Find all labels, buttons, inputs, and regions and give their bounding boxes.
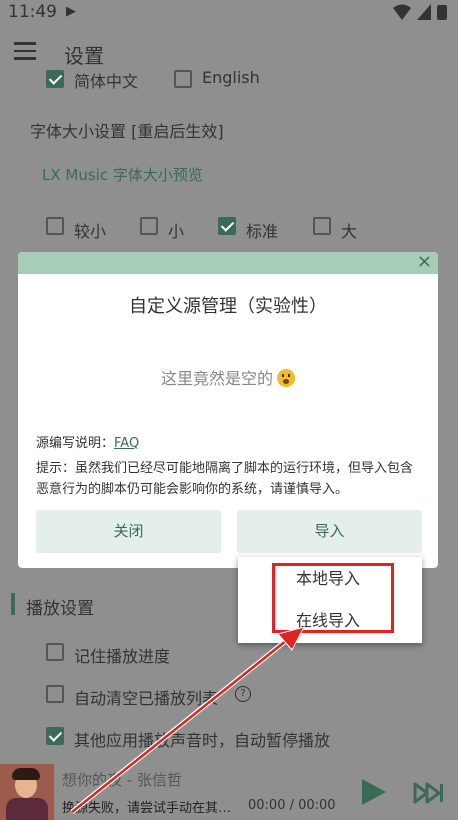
font-size-small-checkbox[interactable] (140, 217, 158, 235)
font-size-standard-checkbox[interactable] (218, 217, 236, 235)
custom-source-dialog: × 自定义源管理（实验性） 这里竟然是空的 源编写说明：FAQ 提示：虽然我们已… (18, 252, 438, 568)
playback-section-title: 播放设置 (26, 599, 94, 619)
close-button[interactable]: 关闭 (36, 510, 221, 553)
empty-state: 这里竟然是空的 (18, 365, 438, 389)
doc-label: 源编写说明： (36, 436, 115, 451)
language-en-checkbox[interactable] (174, 70, 192, 88)
auto-clear-label: 自动清空已播放列表 (74, 689, 219, 708)
font-size-large-checkbox[interactable] (313, 217, 331, 235)
surprised-emoji-icon (277, 369, 295, 387)
dialog-title: 自定义源管理（实验性） (129, 296, 327, 317)
wifi-icon (393, 4, 411, 20)
remember-progress-checkbox[interactable] (46, 643, 64, 661)
language-zh-checkbox[interactable] (46, 70, 64, 88)
song-status: 换源失败，请尝试手动在其… (62, 801, 232, 816)
font-size-smaller-checkbox[interactable] (46, 217, 64, 235)
font-size-title: 字体大小设置 [重启后生效] (30, 122, 224, 141)
close-icon[interactable]: × (417, 253, 432, 271)
signal-icon (417, 4, 431, 20)
page-title: 设置 (64, 44, 104, 68)
font-size-preview: LX Music 字体大小预览 (42, 166, 203, 184)
language-zh-label: 简体中文 (74, 72, 139, 91)
import-button[interactable]: 导入 (237, 510, 422, 553)
status-time: 11:49 (8, 2, 57, 22)
highlight-box (272, 563, 394, 633)
player-bar: 想你的夜 - 张信哲 换源失败，请尝试手动在其… 00:00 / 00:00 (0, 760, 458, 820)
next-track-icon[interactable] (413, 782, 445, 804)
section-accent-bar (11, 593, 15, 615)
status-bar: 11:49 ▶ (0, 0, 458, 26)
menu-icon[interactable] (14, 42, 36, 60)
media-play-indicator-icon: ▶ (66, 4, 76, 19)
font-size-standard-label: 标准 (246, 222, 279, 241)
warning-tip: 提示：虽然我们已经尽可能地隔离了脚本的运行环境，但导入包含恶意行为的脚本仍可能会… (36, 461, 414, 497)
font-size-small-label: 小 (168, 222, 185, 241)
album-cover[interactable] (0, 764, 54, 820)
song-time: 00:00 / 00:00 (248, 798, 336, 813)
remember-progress-label: 记住播放进度 (74, 647, 171, 666)
font-size-large-label: 大 (341, 222, 358, 241)
font-size-smaller-label: 较小 (74, 222, 107, 241)
play-icon[interactable] (362, 779, 386, 805)
battery-icon (437, 5, 447, 20)
dialog-header-bar: × (18, 252, 438, 274)
pause-on-other-label: 其他应用播放声音时，自动暂停播放 (74, 731, 331, 750)
faq-link[interactable]: FAQ (114, 436, 139, 451)
language-en-label: English (202, 68, 260, 87)
auto-clear-checkbox[interactable] (46, 685, 64, 703)
empty-state-text: 这里竟然是空的 (160, 369, 273, 388)
song-title[interactable]: 想你的夜 - 张信哲 (62, 769, 182, 790)
pause-on-other-checkbox[interactable] (46, 727, 64, 745)
help-icon[interactable]: ? (235, 686, 251, 702)
doc-row: 源编写说明：FAQ (36, 432, 139, 451)
